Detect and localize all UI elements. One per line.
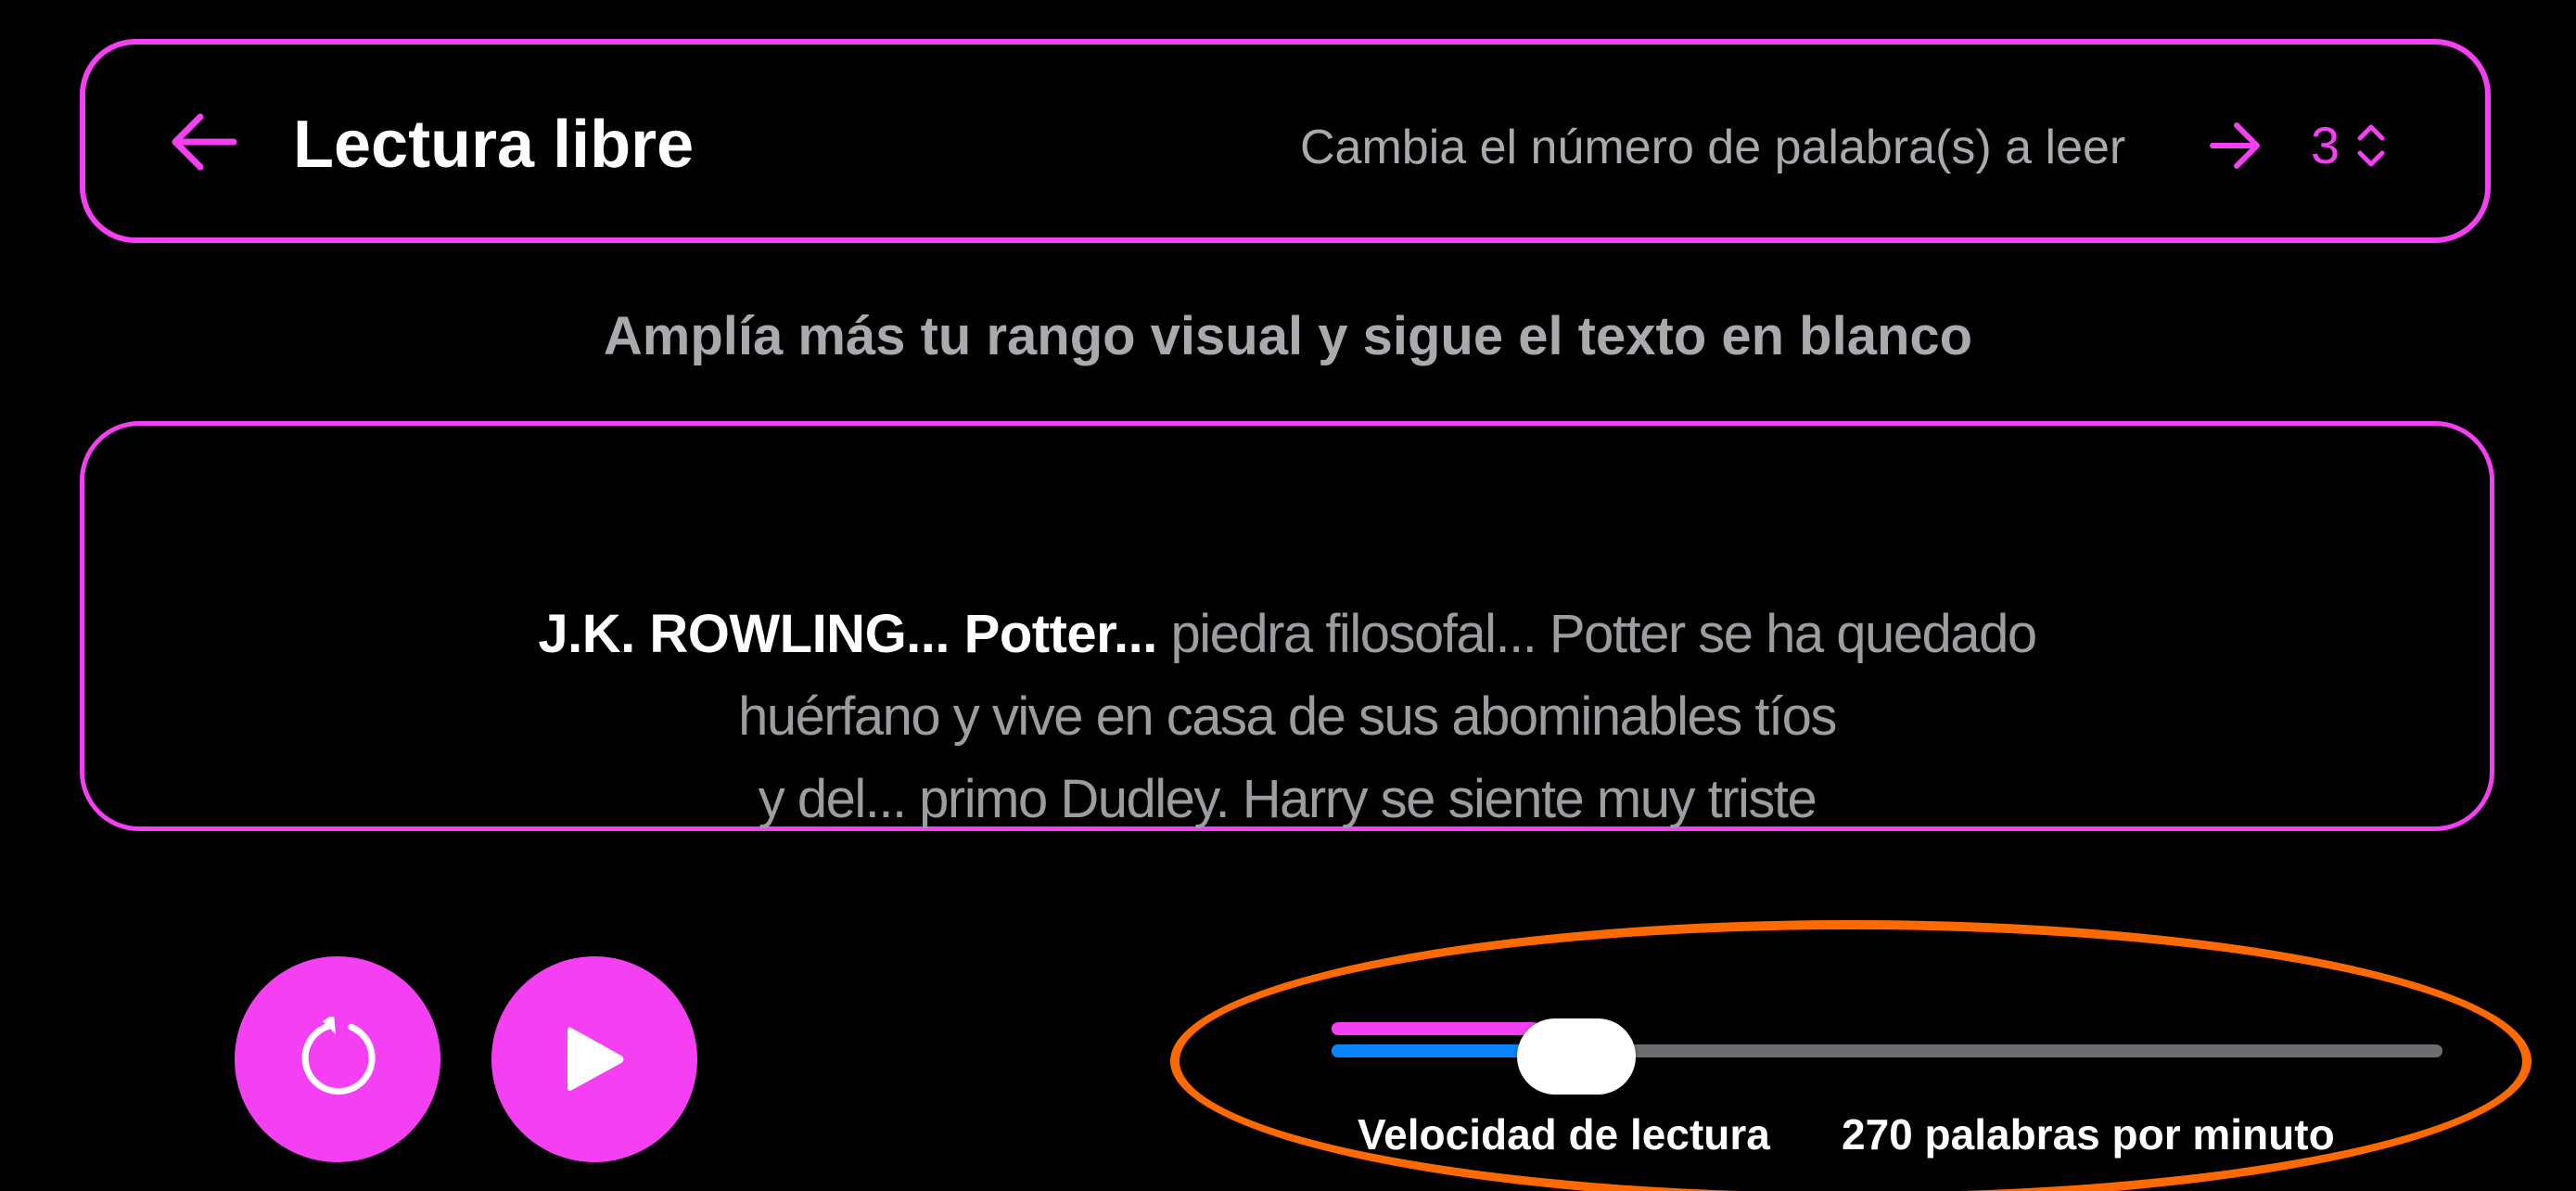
speed-label: Velocidad de lectura [1358, 1110, 1770, 1159]
header-bar: Lectura libre Cambia el número de palabr… [80, 39, 2491, 243]
pending-words: y del... primo Dudley. Harry se siente m… [758, 769, 1817, 829]
play-button[interactable] [491, 956, 697, 1162]
reading-box: J.K. ROWLING... Potter... piedra filosof… [80, 421, 2494, 831]
instruction-text: Amplía más tu rango visual y sigue el te… [603, 306, 1973, 366]
back-arrow-icon[interactable] [169, 109, 237, 174]
play-icon [567, 1027, 624, 1091]
word-count-value: 3 [2311, 116, 2340, 174]
pending-words: piedra filosofal... Potter se ha quedado [1156, 604, 2037, 664]
app-screen: Lectura libre Cambia el número de palabr… [0, 0, 2576, 1191]
page-title: Lectura libre [293, 108, 695, 182]
reset-button[interactable] [235, 956, 440, 1162]
word-count-stepper[interactable]: 3 [2311, 113, 2390, 178]
speed-slider[interactable] [1332, 1018, 2442, 1095]
reading-line: y del... primo Dudley. Harry se siente m… [84, 758, 2490, 840]
reset-icon [301, 1017, 376, 1095]
slider-thumb[interactable] [1517, 1018, 1636, 1095]
chevron-up-down-icon [2357, 124, 2385, 167]
reading-line: huérfano y vive en casa de sus abominabl… [84, 675, 2490, 758]
highlighted-words: J.K. ROWLING... Potter... [538, 604, 1157, 664]
reading-line: J.K. ROWLING... Potter... piedra filosof… [84, 593, 2490, 675]
pending-words: huérfano y vive en casa de sus abominabl… [738, 686, 1837, 747]
arrow-right-icon [2210, 122, 2260, 169]
word-count-hint: Cambia el número de palabra(s) a leer [1300, 121, 2126, 174]
slider-fill-accent [1332, 1022, 1539, 1035]
reading-text: J.K. ROWLING... Potter... piedra filosof… [84, 593, 2490, 840]
speed-value: 270 palabras por minuto [1842, 1110, 2335, 1159]
